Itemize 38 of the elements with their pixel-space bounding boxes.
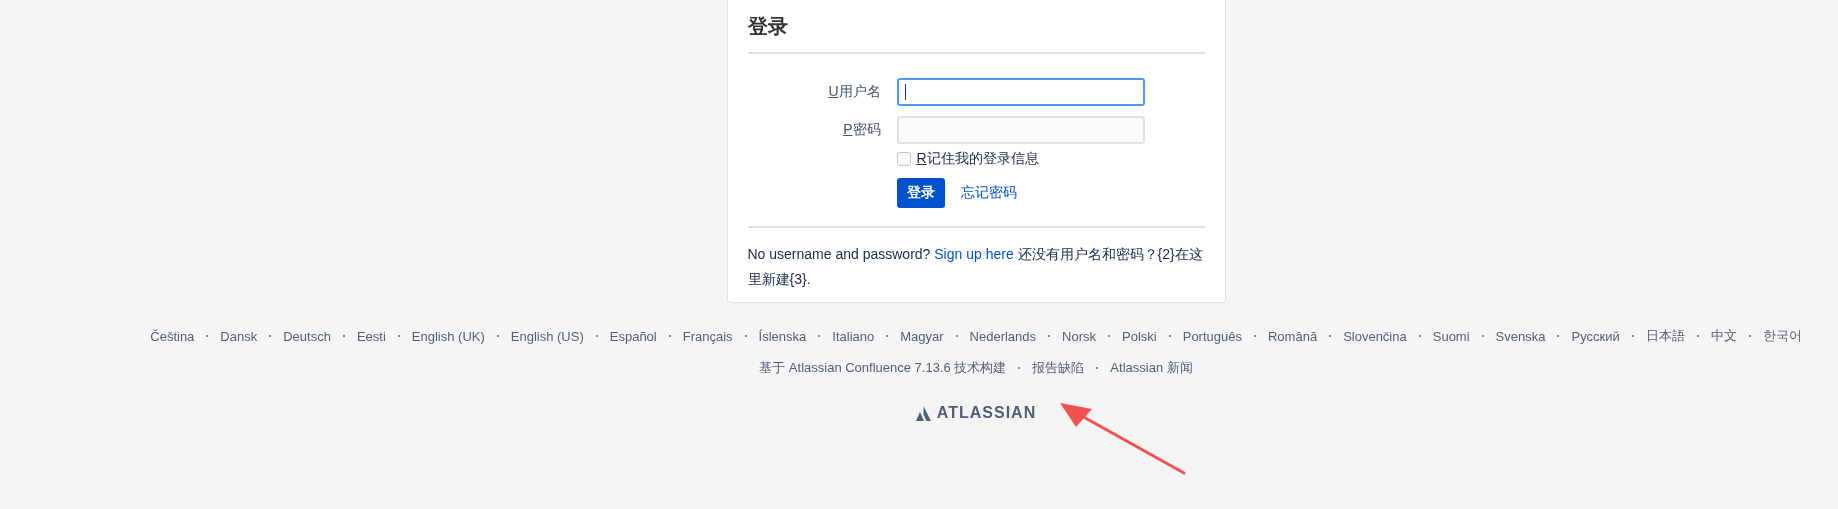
language-link[interactable]: Suomi bbox=[1432, 328, 1470, 344]
signup-link[interactable]: Sign up here bbox=[934, 246, 1014, 262]
language-link[interactable]: Svenska bbox=[1495, 328, 1546, 344]
language-link[interactable]: Eesti bbox=[356, 328, 386, 344]
login-title: 登录 bbox=[747, 14, 789, 39]
field-label: U用户名 bbox=[827, 83, 881, 101]
remember-checkbox[interactable] bbox=[896, 152, 911, 166]
language-link[interactable]: 中文 bbox=[1710, 327, 1737, 345]
language-link[interactable]: Italiano bbox=[832, 328, 875, 344]
language-link[interactable]: 한국어 bbox=[1762, 327, 1802, 345]
language-link[interactable]: Íslenska bbox=[758, 328, 807, 344]
language-link[interactable]: Français bbox=[682, 328, 733, 344]
language-link[interactable]: English (UK) bbox=[411, 328, 485, 344]
input-field[interactable] bbox=[896, 78, 1145, 106]
footer-link[interactable]: 报告缺陷 bbox=[1032, 359, 1085, 377]
field-label: P密码 bbox=[842, 121, 881, 139]
language-link[interactable]: Norsk bbox=[1062, 328, 1097, 344]
language-link[interactable]: Español bbox=[609, 328, 657, 344]
language-link[interactable]: Polski bbox=[1122, 328, 1157, 344]
language-link[interactable]: English (US) bbox=[510, 328, 584, 344]
language-link[interactable]: 日本語 bbox=[1645, 327, 1685, 345]
language-link[interactable]: Magyar bbox=[900, 328, 944, 344]
language-link[interactable]: Slovenčina bbox=[1343, 328, 1407, 344]
language-link[interactable]: Nederlands bbox=[969, 328, 1037, 344]
language-link[interactable]: Română bbox=[1268, 328, 1318, 344]
remember-label[interactable]: R记住我的登录信息 bbox=[916, 150, 1039, 168]
language-link[interactable]: Русский bbox=[1571, 328, 1620, 344]
footer-link[interactable]: Atlassian 新闻 bbox=[1110, 359, 1193, 377]
language-link[interactable]: Português bbox=[1182, 328, 1242, 344]
language-link[interactable]: Deutsch bbox=[283, 328, 331, 344]
logo-icon bbox=[915, 405, 931, 421]
signup-text: No username and password? Sign up here 还没有用户名和密码？{2}在这里新建{3}. bbox=[747, 245, 1204, 289]
login-button[interactable]: 登录 bbox=[896, 178, 945, 208]
logo-wordmark: ATLASSIAN bbox=[936, 404, 1037, 422]
language-link[interactable]: Čeština bbox=[150, 328, 195, 344]
language-link[interactable]: Dansk bbox=[220, 328, 258, 344]
forgot-password-link[interactable]: 忘记密码 bbox=[960, 184, 1017, 202]
footer-link[interactable]: 基于 Atlassian Confluence 7.13.6 技术构建 bbox=[759, 359, 1007, 377]
